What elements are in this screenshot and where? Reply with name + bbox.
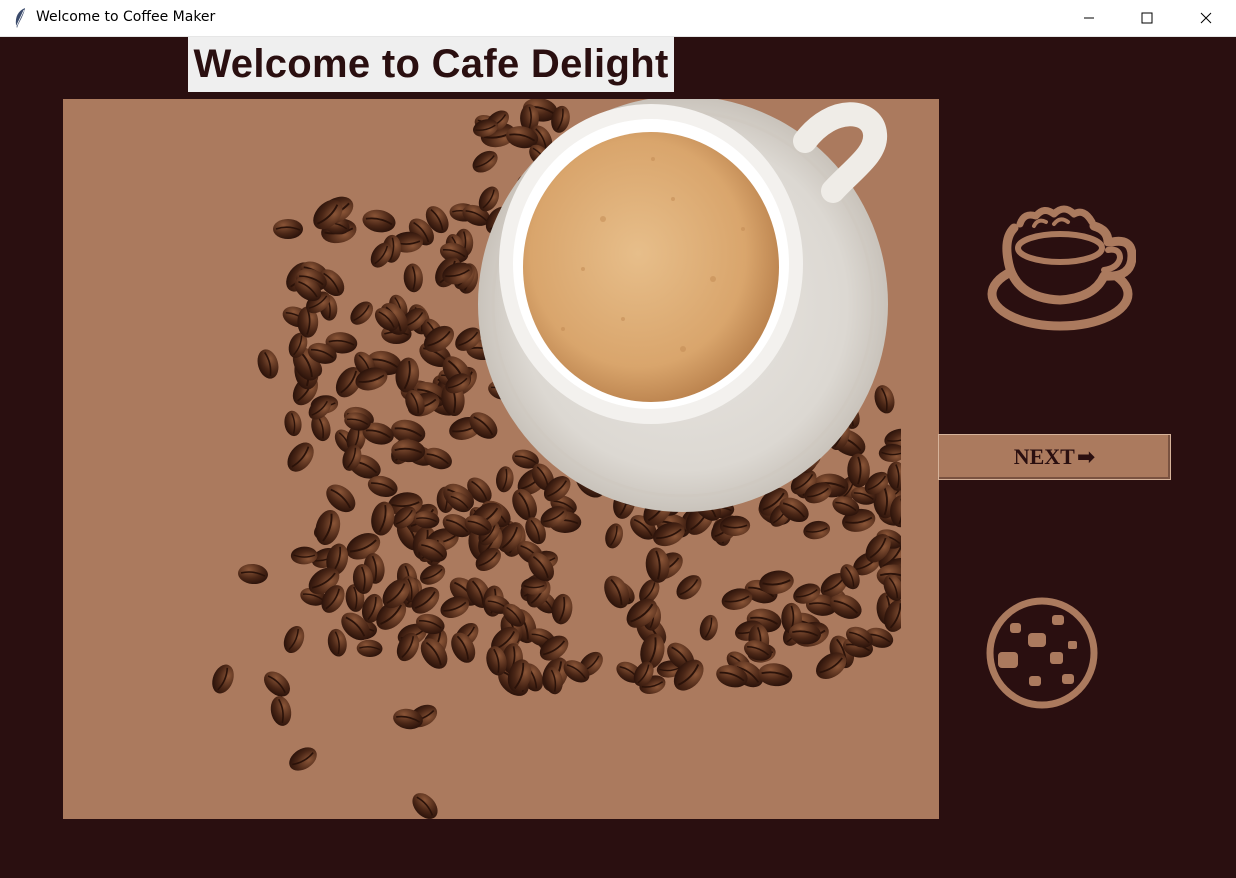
page-title: Welcome to Cafe Delight: [188, 37, 674, 92]
next-button[interactable]: NEXT ➡: [938, 434, 1171, 480]
maximize-button[interactable]: [1118, 0, 1176, 36]
arrow-right-icon: ➡: [1076, 444, 1096, 470]
feather-icon: [12, 7, 28, 29]
hero-image: [63, 99, 939, 819]
maximize-icon: [1141, 12, 1153, 24]
cookie-icon: [984, 596, 1100, 710]
coffee-cup-icon: [984, 198, 1137, 338]
next-button-label: NEXT: [1013, 444, 1075, 469]
minimize-icon: [1084, 17, 1094, 19]
close-button[interactable]: [1177, 0, 1235, 36]
minimize-button[interactable]: [1060, 0, 1118, 36]
coffee-cup-with-beans-image: [207, 99, 939, 819]
window-title: Welcome to Coffee Maker: [36, 9, 216, 25]
window-titlebar: Welcome to Coffee Maker: [0, 0, 1236, 37]
close-icon: [1200, 12, 1212, 24]
